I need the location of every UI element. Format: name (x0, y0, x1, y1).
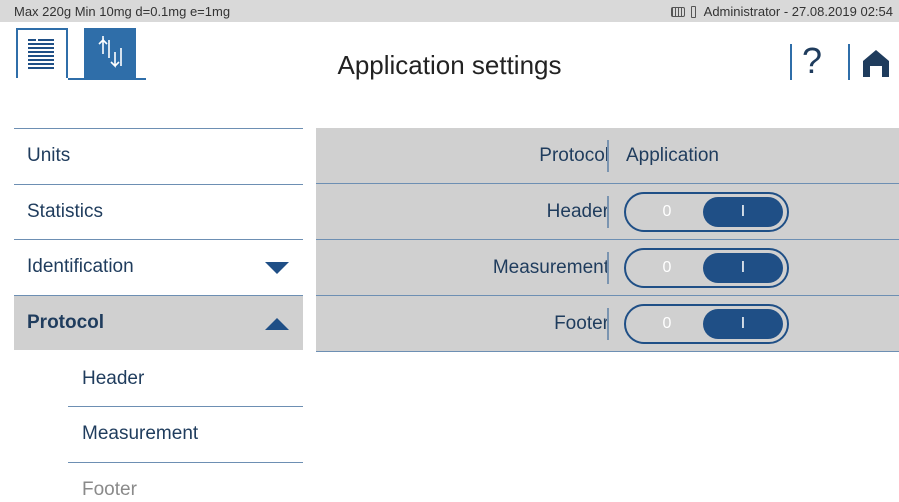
expand-arrow-icon (265, 262, 289, 274)
subnav-item-label: Footer (82, 479, 137, 500)
setting-row-footer: Footer 0 I (316, 296, 899, 352)
collapse-arrow-icon (265, 318, 289, 330)
user-datetime: Administrator - 27.08.2019 02:54 (703, 4, 893, 19)
home-button[interactable] (861, 48, 891, 83)
nav-item-label: Units (27, 145, 71, 166)
usb-icon (690, 5, 696, 18)
toggle-off-label: 0 (662, 259, 672, 276)
column-divider (607, 140, 609, 172)
column-application-header: Application (626, 145, 719, 166)
subnav-item-label: Measurement (82, 423, 199, 444)
subnav-item-header[interactable]: Header (68, 351, 303, 406)
setting-row-header: Header 0 I (316, 184, 899, 240)
nav-item-statistics[interactable]: Statistics (14, 184, 303, 239)
header-divider (848, 44, 850, 80)
nav-item-label: Protocol (27, 312, 105, 333)
setting-label: Header (546, 201, 609, 222)
toggle-on-label: I (703, 253, 783, 283)
protocol-settings-panel: Protocol Application Header 0 I Measurem… (316, 128, 899, 352)
setting-row-measurement: Measurement 0 I (316, 240, 899, 296)
footer-toggle[interactable]: 0 I (624, 304, 789, 344)
column-divider (607, 196, 609, 228)
home-icon (863, 50, 889, 77)
page-title: Application settings (337, 50, 562, 80)
setting-label: Measurement (492, 257, 609, 278)
keyboard-icon (670, 6, 685, 17)
nav-item-label: Statistics (27, 201, 104, 222)
column-divider (607, 308, 609, 340)
nav-item-units[interactable]: Units (14, 128, 303, 183)
setting-label: Footer (554, 313, 609, 334)
measurement-toggle[interactable]: 0 I (624, 248, 789, 288)
nav-item-protocol[interactable]: Protocol (14, 295, 303, 350)
subnav-item-footer[interactable]: Footer (68, 462, 303, 502)
help-button[interactable]: ? (802, 40, 822, 82)
header-divider (790, 44, 792, 80)
panel-header-row: Protocol Application (316, 128, 899, 184)
toggle-on-label: I (703, 309, 783, 339)
toggle-on-label: I (703, 197, 783, 227)
toggle-off-label: 0 (662, 203, 672, 220)
header-toggle[interactable]: 0 I (624, 192, 789, 232)
column-protocol-header: Protocol (539, 145, 609, 166)
toggle-off-label: 0 (662, 315, 672, 332)
subnav-item-measurement[interactable]: Measurement (68, 406, 303, 461)
nav-item-identification[interactable]: Identification (14, 239, 303, 294)
nav-item-label: Identification (27, 256, 134, 277)
column-divider (607, 252, 609, 284)
balance-capacity-info: Max 220g Min 10mg d=0.1mg e=1mg (14, 4, 231, 19)
status-bar: Max 220g Min 10mg d=0.1mg e=1mg Administ… (0, 0, 899, 22)
subnav-item-label: Header (82, 367, 145, 389)
